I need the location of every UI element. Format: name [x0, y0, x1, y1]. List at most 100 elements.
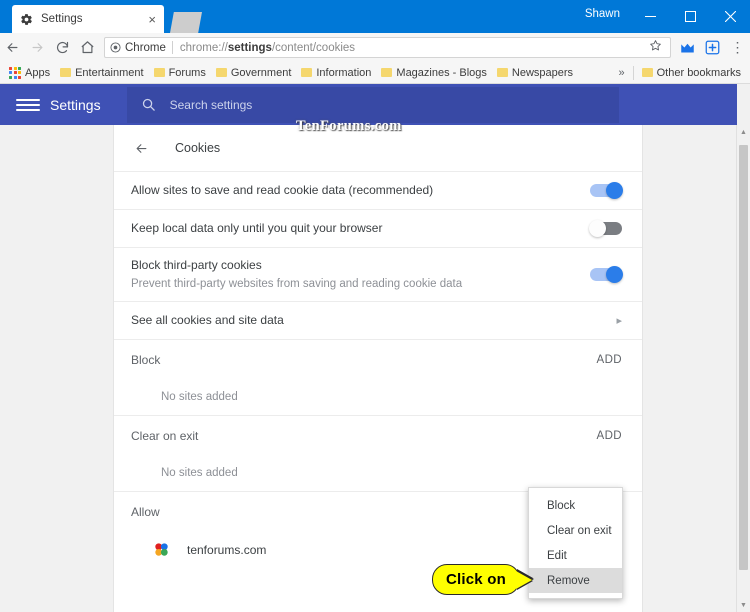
setting-row-allow-cookies[interactable]: Allow sites to save and read cookie data… [114, 171, 642, 209]
section-header-block: Block ADD [114, 339, 642, 379]
section-header-clear-on-exit: Clear on exit ADD [114, 415, 642, 455]
bookmarks-divider [632, 65, 634, 80]
scroll-up-arrow-icon[interactable]: ▲ [737, 125, 750, 139]
security-chip-label: Chrome [125, 41, 166, 54]
back-icon[interactable] [0, 33, 25, 62]
bookmark-apps[interactable]: Apps [4, 64, 55, 82]
address-bar[interactable]: Chrome chrome://settings/content/cookies [104, 37, 671, 58]
setting-title: Block third-party cookies [131, 258, 262, 272]
empty-state-clear-on-exit: No sites added [161, 467, 238, 479]
bookmarks-overflow-icon[interactable]: » [614, 67, 630, 79]
folder-icon [381, 68, 393, 77]
context-menu: Block Clear on exit Edit Remove [528, 487, 623, 599]
tab-title: Settings [41, 13, 83, 25]
bookmark-apps-label: Apps [25, 66, 51, 79]
bookmark-folder[interactable]: Entertainment [55, 64, 148, 82]
reload-icon[interactable] [50, 33, 75, 62]
bookmark-label: Other bookmarks [656, 66, 741, 79]
setting-title: See all cookies and site data [131, 313, 284, 327]
section-title: Block [131, 352, 161, 367]
context-menu-item-clear-on-exit[interactable]: Clear on exit [529, 518, 622, 543]
bookmark-folder[interactable]: Government [211, 64, 297, 82]
close-icon[interactable] [710, 0, 750, 33]
bookmark-folder[interactable]: Information [296, 64, 376, 82]
maximize-icon[interactable] [670, 0, 710, 33]
add-button-block[interactable]: ADD [597, 354, 622, 366]
home-icon[interactable] [75, 33, 100, 62]
folder-icon [153, 68, 165, 77]
toggle-block-third-party[interactable] [590, 266, 623, 283]
chrome-menu-icon[interactable]: ⋮ [725, 33, 750, 62]
bookmark-label: Government [230, 66, 292, 79]
back-arrow-icon[interactable] [134, 141, 149, 156]
site-name: tenforums.com [187, 542, 267, 557]
setting-title: Allow sites to save and read cookie data… [131, 183, 434, 197]
section-title: Allow [131, 504, 160, 519]
bookmark-label: Magazines - Blogs [396, 66, 487, 79]
setting-row-see-all-cookies[interactable]: See all cookies and site data ▸ [114, 301, 642, 339]
scrollbar-thumb[interactable] [739, 145, 748, 570]
tenforums-favicon-icon [154, 542, 169, 557]
folder-icon [301, 68, 313, 77]
hamburger-menu-icon[interactable] [16, 98, 40, 111]
setting-row-text: See all cookies and site data [131, 303, 616, 338]
callout-tail-icon [515, 570, 532, 589]
settings-top-bar: Settings Search settings [0, 84, 737, 125]
new-tab-button[interactable] [170, 12, 202, 33]
context-menu-item-edit[interactable]: Edit [529, 543, 622, 568]
setting-row-text: Block third-party cookies Prevent third-… [131, 248, 590, 301]
setting-row-text: Keep local data only until you quit your… [131, 211, 590, 246]
scroll-down-arrow-icon[interactable]: ▼ [737, 598, 750, 612]
callout-text: Click on [432, 564, 520, 595]
bookmark-folder[interactable]: Forums [149, 64, 211, 82]
browser-toolbar: Chrome chrome://settings/content/cookies… [0, 33, 750, 62]
setting-row-text: Allow sites to save and read cookie data… [131, 173, 590, 208]
folder-icon [496, 68, 508, 77]
page-content: Settings Search settings Cookies Allow s… [0, 84, 750, 612]
settings-title: Settings [50, 96, 101, 113]
context-menu-item-remove[interactable]: Remove [529, 568, 622, 593]
setting-row-keep-local-data[interactable]: Keep local data only until you quit your… [114, 209, 642, 247]
address-bar-url: chrome://settings/content/cookies [179, 41, 356, 54]
bookmark-label: Newspapers [511, 66, 574, 79]
click-on-callout: Click on [432, 564, 532, 595]
bookmark-folder[interactable]: Newspapers [492, 64, 578, 82]
folder-icon [641, 68, 653, 77]
bookmark-label: Information [316, 66, 372, 79]
browser-tab-settings[interactable]: Settings × [12, 5, 164, 33]
bookmark-label: Entertainment [75, 66, 144, 79]
cookies-header: Cookies [114, 125, 642, 171]
bookmarks-right-group: » Other bookmarks [614, 64, 747, 82]
bookmark-label: Forums [168, 66, 206, 79]
context-menu-item-block[interactable]: Block [529, 493, 622, 518]
gear-icon [18, 11, 34, 27]
browser-window: Settings × Shawn Chrome chrome://setting… [0, 0, 750, 612]
omnibox-divider [171, 41, 173, 54]
page-title: Cookies [175, 141, 221, 155]
title-bar: Settings × Shawn [0, 0, 750, 33]
tab-close-icon[interactable]: × [146, 13, 158, 26]
empty-state-block: No sites added [161, 391, 238, 403]
bookmark-folder[interactable]: Magazines - Blogs [376, 64, 492, 82]
minimize-icon[interactable] [630, 0, 670, 33]
setting-subtitle: Prevent third-party websites from saving… [131, 278, 463, 290]
search-icon [142, 98, 155, 111]
page-scrollbar[interactable]: ▲ ▼ [736, 125, 750, 612]
toggle-allow-cookies[interactable] [590, 182, 623, 199]
bookmark-other-bookmarks[interactable]: Other bookmarks [637, 64, 746, 82]
toggle-keep-local-data[interactable] [589, 220, 622, 237]
bookmark-star-icon[interactable] [646, 39, 665, 57]
security-chip: Chrome [110, 42, 172, 54]
profile-name[interactable]: Shawn [585, 8, 620, 20]
setting-row-block-third-party[interactable]: Block third-party cookies Prevent third-… [114, 247, 642, 301]
apps-grid-icon [9, 66, 21, 79]
search-settings-input[interactable]: Search settings [126, 86, 619, 123]
add-button-clear-on-exit[interactable]: ADD [597, 430, 622, 442]
window-controls [630, 0, 750, 33]
setting-title: Keep local data only until you quit your… [131, 221, 383, 235]
section-title: Clear on exit [131, 428, 199, 443]
bookmarks-bar: Apps Entertainment Forums Government Inf… [0, 62, 750, 84]
extension-icon-2[interactable] [700, 33, 725, 62]
extension-icon-1[interactable] [675, 33, 700, 62]
forward-icon [25, 33, 50, 62]
